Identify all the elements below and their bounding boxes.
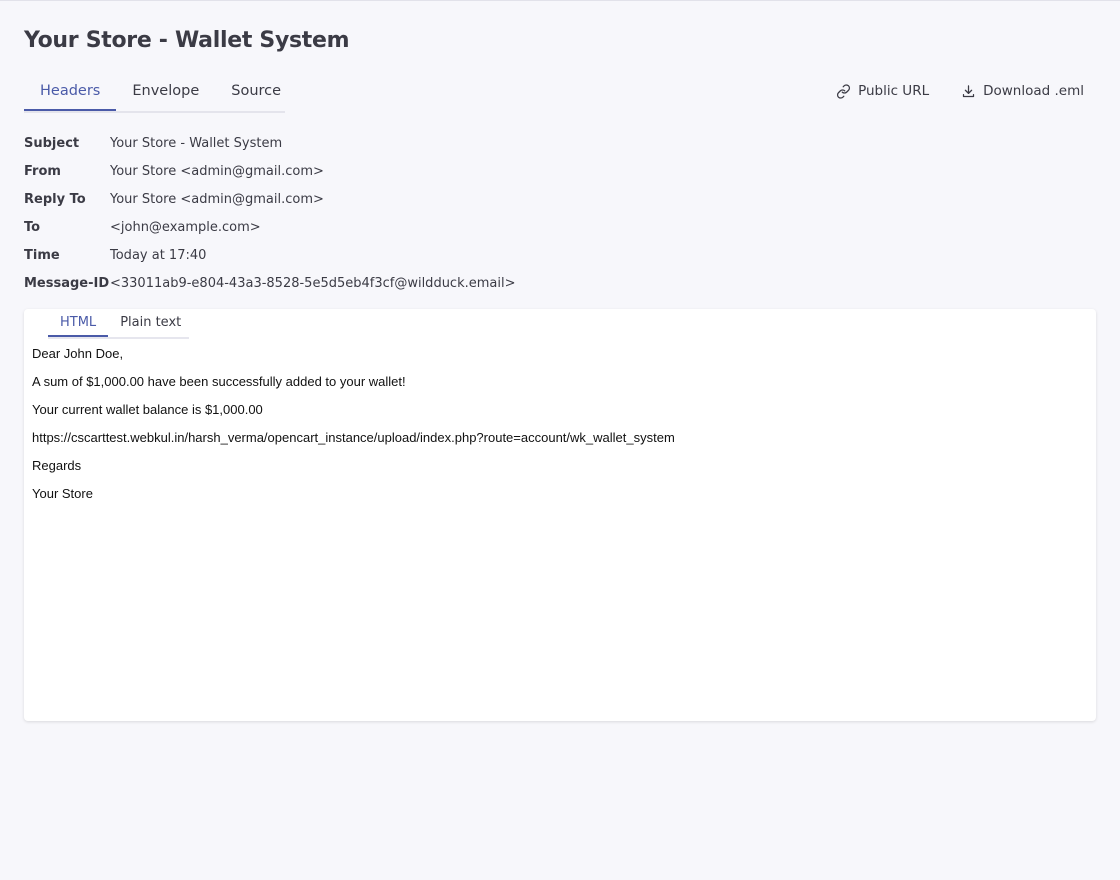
message-actions: Public URL Download .eml	[836, 83, 1084, 99]
tab-html[interactable]: HTML	[48, 309, 109, 337]
tab-headers[interactable]: Headers	[24, 73, 117, 111]
tab-plain-text[interactable]: Plain text	[108, 309, 193, 337]
header-row-time: Time Today at 17:40	[24, 241, 515, 269]
tab-source[interactable]: Source	[215, 73, 297, 111]
download-eml-button[interactable]: Download .eml	[961, 83, 1084, 99]
link-icon	[837, 83, 851, 99]
public-url-button[interactable]: Public URL	[836, 83, 929, 99]
message-line-greeting: Dear John Doe,	[32, 346, 124, 361]
header-label: From	[24, 163, 61, 179]
page-title: Your Store - Wallet System	[24, 28, 350, 53]
header-value: Today at 17:40	[110, 247, 207, 263]
message-line-url: https://cscarttest.webkul.in/harsh_verma…	[32, 430, 675, 445]
download-icon	[962, 84, 975, 97]
header-row-to: To <john@example.com>	[24, 213, 515, 241]
header-label: Time	[24, 247, 60, 263]
message-body: Dear John Doe, A sum of $1,000.00 have b…	[32, 346, 675, 514]
header-value: <33011ab9-e804-43a3-8528-5e5d5eb4f3cf@wi…	[110, 275, 516, 291]
message-line-regards: Regards	[32, 458, 82, 473]
public-url-label: Public URL	[858, 83, 930, 99]
header-value: Your Store <admin@gmail.com>	[110, 191, 324, 207]
message-line-signature: Your Store	[32, 486, 93, 501]
tab-envelope[interactable]: Envelope	[116, 73, 215, 111]
header-value: <john@example.com>	[110, 219, 261, 235]
header-row-message-id: Message-ID <33011ab9-e804-43a3-8528-5e5d…	[24, 269, 515, 297]
header-label: Message-ID	[24, 275, 110, 291]
header-row-from: From Your Store <admin@gmail.com>	[24, 157, 515, 185]
download-eml-label: Download .eml	[983, 83, 1084, 99]
header-row-subject: Subject Your Store - Wallet System	[24, 129, 515, 157]
header-label: Reply To	[24, 191, 86, 207]
message-preview-card: HTML Plain text Dear John Doe, A sum of …	[24, 309, 1096, 721]
header-row-reply-to: Reply To Your Store <admin@gmail.com>	[24, 185, 515, 213]
header-label: To	[24, 219, 41, 235]
header-value: Your Store - Wallet System	[110, 135, 283, 151]
view-tabs: Headers Envelope Source	[24, 73, 285, 113]
header-value: Your Store <admin@gmail.com>	[110, 163, 324, 179]
message-line-balance: Your current wallet balance is $1,000.00	[32, 402, 263, 417]
message-format-tabs: HTML Plain text	[48, 309, 189, 339]
message-headers: Subject Your Store - Wallet System From …	[24, 129, 515, 297]
header-label: Subject	[24, 135, 80, 151]
message-line-amount: A sum of $1,000.00 have been successfull…	[32, 374, 406, 389]
